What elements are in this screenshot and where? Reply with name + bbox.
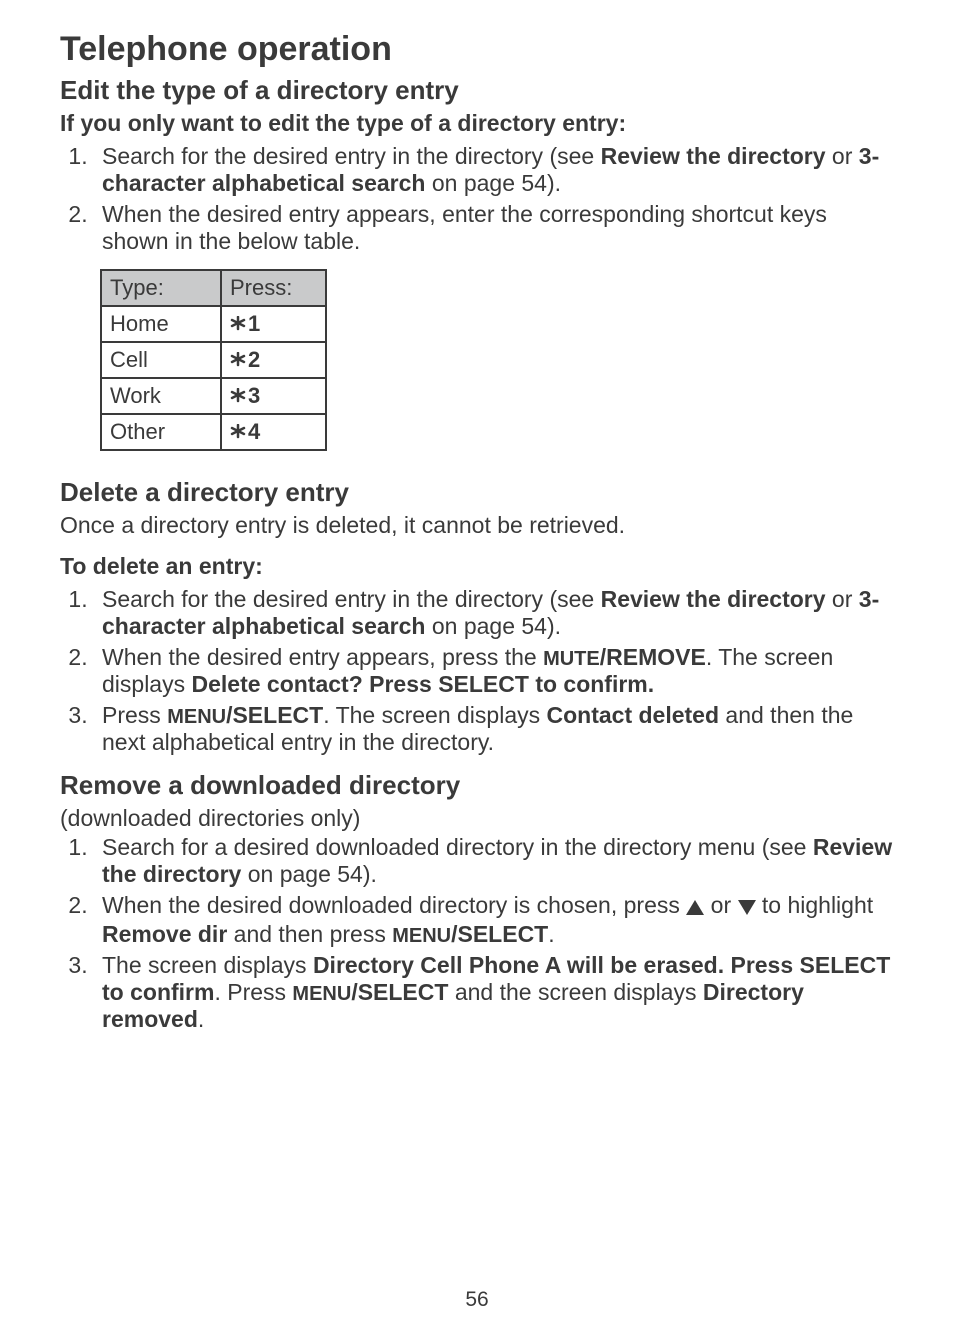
remove-intro: (downloaded directories only) xyxy=(60,805,894,832)
delete-intro: Once a directory entry is deleted, it ca… xyxy=(60,512,894,539)
list-item: When the desired downloaded directory is… xyxy=(94,892,894,948)
list-item: Search for the desired entry in the dire… xyxy=(94,143,894,197)
table-header-type: Type: xyxy=(101,270,221,306)
star-icon xyxy=(230,388,246,406)
section-delete-entry: Delete a directory entry Once a director… xyxy=(60,477,894,756)
list-item: When the desired entry appears, press th… xyxy=(94,644,894,698)
star-icon xyxy=(230,424,246,442)
table-row: Cell 2 xyxy=(101,342,326,378)
list-item: When the desired entry appears, enter th… xyxy=(94,201,894,255)
down-triangle-icon xyxy=(738,894,756,921)
list-item: Search for a desired downloaded director… xyxy=(94,834,894,888)
heading-delete: Delete a directory entry xyxy=(60,477,894,508)
section-edit-type: Edit the type of a directory entry If yo… xyxy=(60,75,894,451)
section-remove-dir: Remove a downloaded directory (downloade… xyxy=(60,770,894,1033)
table-row: Other 4 xyxy=(101,414,326,450)
delete-sub: To delete an entry: xyxy=(60,553,894,580)
edit-intro: If you only want to edit the type of a d… xyxy=(60,110,894,137)
heading-edit-type: Edit the type of a directory entry xyxy=(60,75,894,106)
table-row: Home 1 xyxy=(101,306,326,342)
table-row: Work 3 xyxy=(101,378,326,414)
star-icon xyxy=(230,316,246,334)
list-item: The screen displays Directory Cell Phone… xyxy=(94,952,894,1033)
table-header-press: Press: xyxy=(221,270,326,306)
list-item: Press MENU/SELECT. The screen displays C… xyxy=(94,702,894,756)
shortcut-table: Type: Press: Home 1 Cell 2 Work 3 Other … xyxy=(100,269,327,451)
page-number: 56 xyxy=(0,1288,954,1312)
up-triangle-icon xyxy=(686,894,704,921)
delete-steps: Search for the desired entry in the dire… xyxy=(60,586,894,756)
star-icon xyxy=(230,352,246,370)
remove-steps: Search for a desired downloaded director… xyxy=(60,834,894,1033)
page-title: Telephone operation xyxy=(60,30,894,69)
list-item: Search for the desired entry in the dire… xyxy=(94,586,894,640)
heading-remove-dir: Remove a downloaded directory xyxy=(60,770,894,801)
edit-steps: Search for the desired entry in the dire… xyxy=(60,143,894,255)
